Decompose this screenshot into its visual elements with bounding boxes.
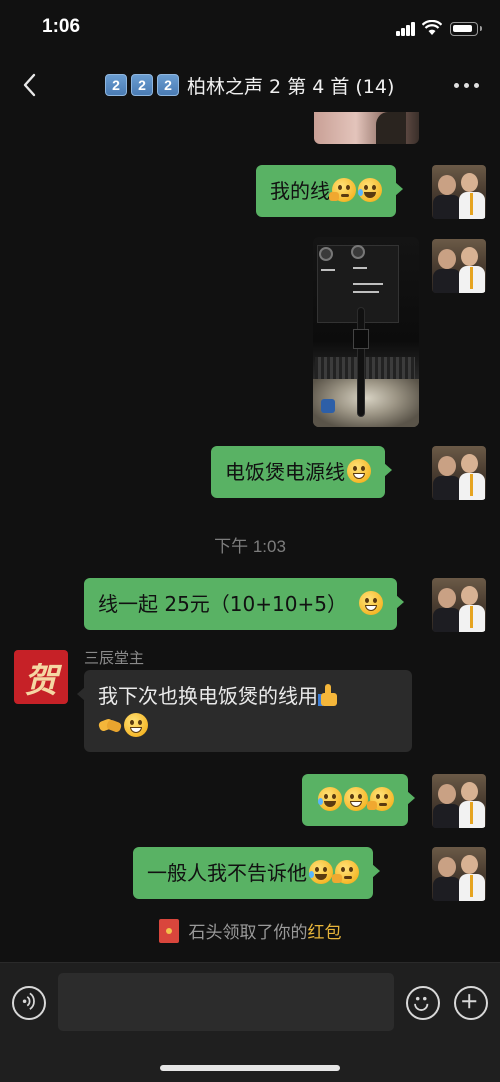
chat-title-text: 柏林之声 2 第 4 首 (14) (187, 75, 395, 98)
home-indicator[interactable] (160, 1065, 340, 1071)
grinning-face-emoji (347, 459, 371, 483)
my-avatar[interactable] (432, 165, 486, 219)
keycap-badge: 2 (131, 74, 153, 96)
keycap-badge: 2 (157, 74, 179, 96)
thinking-face-emoji (332, 860, 359, 884)
laughing-tears-emoji (358, 178, 382, 202)
plus-icon[interactable] (454, 986, 488, 1020)
thinking-face-emoji (367, 787, 394, 811)
message-text: 我的线 (270, 179, 330, 203)
my-avatar[interactable] (432, 446, 486, 500)
battery-icon (450, 22, 482, 36)
time-separator: 下午 1:03 (214, 537, 286, 556)
message-text: 我下次也换电饭煲的线用 (98, 684, 318, 708)
chat-area[interactable]: 我的线 电饭煲电源线 下午 1:03 线一起 25元（10+10+5） 贺 三辰… (0, 112, 500, 962)
image-message[interactable] (313, 237, 419, 427)
keycap-badge: 2 (105, 74, 127, 96)
grinning-face-emoji (124, 713, 148, 737)
status-bar: 1:06 (0, 0, 500, 58)
message-bubble[interactable]: 我的线 (256, 165, 403, 217)
laughing-tears-emoji (309, 860, 333, 884)
message-bubble[interactable]: 电饭煲电源线 (211, 446, 392, 498)
sender-avatar[interactable]: 贺 (14, 650, 68, 704)
thinking-face-emoji (329, 178, 356, 202)
wifi-icon (422, 20, 442, 35)
my-avatar[interactable] (432, 847, 486, 901)
my-avatar[interactable] (432, 774, 486, 828)
more-icon[interactable] (452, 76, 482, 94)
message-text: 一般人我不告诉他 (147, 861, 307, 885)
system-message: 石头领取了你的红包 (0, 918, 500, 943)
signal-icon (396, 22, 416, 36)
red-packet-icon (158, 918, 179, 943)
chat-title: 2 2 2 柏林之声 2 第 4 首 (14) (105, 72, 394, 98)
emoji-icon[interactable] (406, 986, 440, 1020)
red-packet-link[interactable]: 红包 (308, 923, 342, 943)
input-bar (0, 962, 500, 1082)
message-bubble[interactable] (302, 774, 415, 826)
message-bubble[interactable]: 线一起 25元（10+10+5） (84, 578, 404, 630)
image-message[interactable] (314, 112, 419, 144)
status-time: 1:06 (42, 16, 81, 37)
message-bubble[interactable]: 我下次也换电饭煲的线用 (77, 670, 412, 752)
message-input[interactable] (58, 973, 394, 1031)
laughing-tears-emoji (318, 787, 342, 811)
handshake-emoji (97, 713, 123, 737)
grinning-face-emoji (358, 591, 383, 615)
message-bubble[interactable]: 一般人我不告诉他 (133, 847, 380, 899)
nav-bar: 2 2 2 柏林之声 2 第 4 首 (14) (0, 58, 500, 112)
message-text: 线一起 25元（10+10+5） (98, 592, 347, 616)
my-avatar[interactable] (432, 578, 486, 632)
message-text: 电饭煲电源线 (225, 460, 345, 484)
system-message-text: 石头领取了你的 (188, 923, 308, 943)
my-avatar[interactable] (432, 239, 486, 293)
sender-name: 三辰堂主 (84, 649, 145, 667)
grinning-face-emoji (344, 787, 368, 811)
back-icon[interactable] (18, 70, 44, 100)
avatar-logo-glyph: 贺 (24, 660, 58, 701)
thumbs-up-emoji (318, 683, 342, 707)
voice-icon[interactable] (12, 986, 46, 1020)
